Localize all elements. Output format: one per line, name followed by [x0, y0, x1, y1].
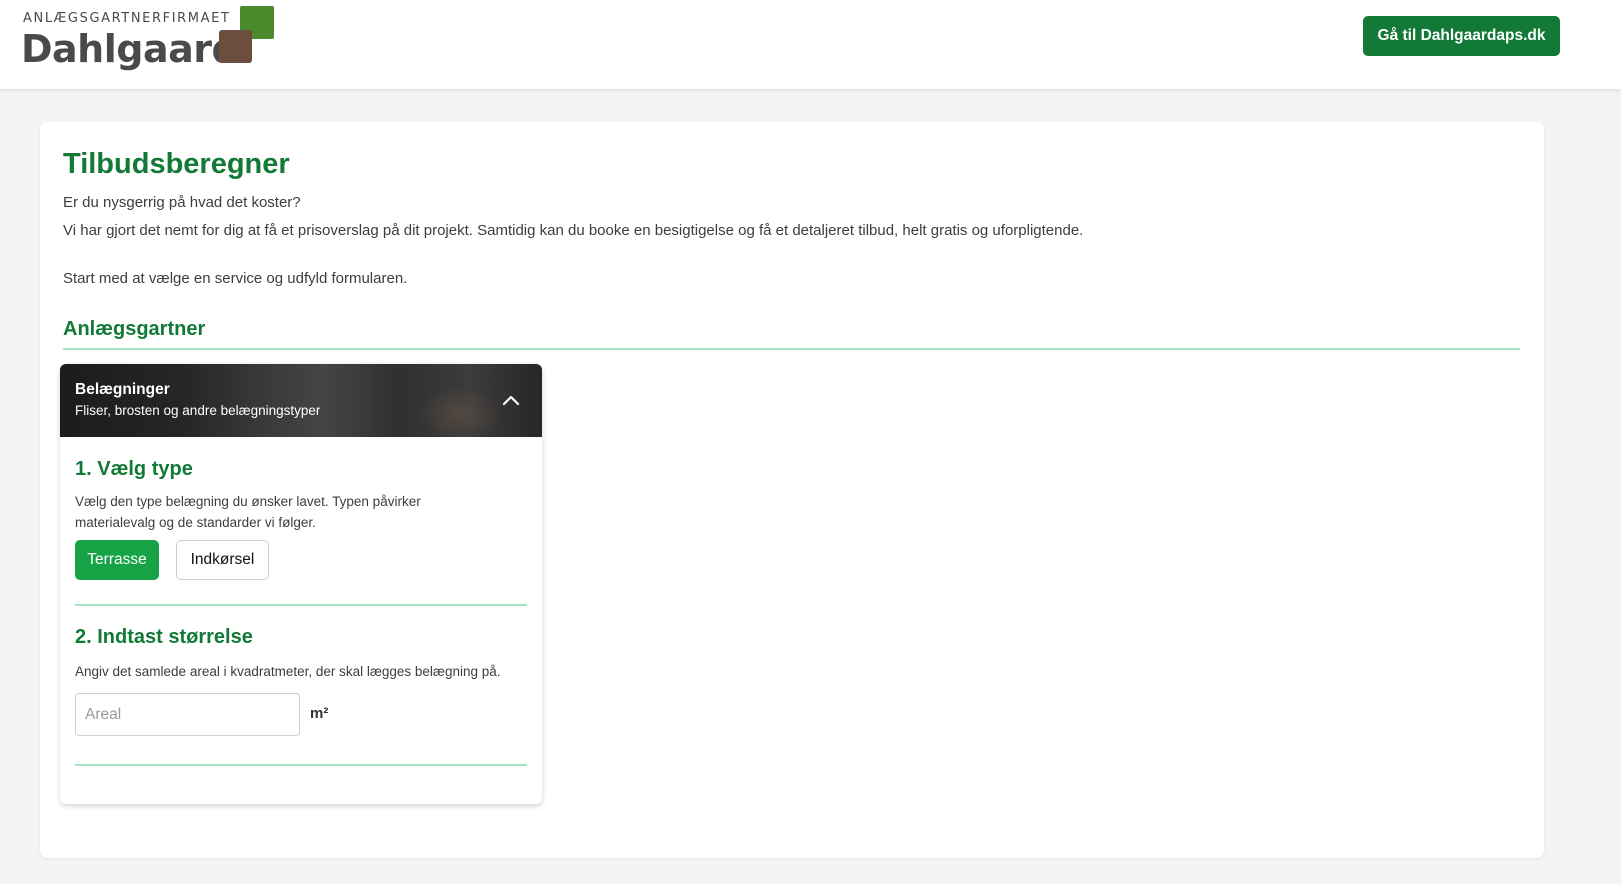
intro-question: Er du nysgerrig på hvad det koster? [63, 194, 301, 211]
service-title: Belægninger [75, 381, 170, 398]
go-to-website-button[interactable]: Gå til Dahlgaardaps.dk [1363, 16, 1560, 56]
area-input[interactable] [75, 693, 300, 736]
intro-instruction: Start med at vælge en service og udfyld … [63, 270, 408, 287]
step-divider [75, 604, 527, 606]
step2-description: Angiv det samlede areal i kvadratmeter, … [75, 664, 501, 679]
step2-title: 2. Indtast størrelse [75, 626, 253, 648]
company-logo[interactable]: ANLÆGSGARTNERFIRMAET Dahlgaard [21, 6, 283, 71]
section-divider [63, 348, 1520, 350]
page-title: Tilbudsberegner [63, 148, 290, 180]
step1-title: 1. Vælg type [75, 458, 193, 480]
service-header[interactable]: Belægninger Fliser, brosten og andre bel… [60, 364, 542, 437]
chevron-up-icon[interactable] [500, 389, 522, 411]
option-indkorsel-button[interactable]: Indkørsel [176, 540, 269, 580]
service-card-belaegninger: Belægninger Fliser, brosten og andre bel… [60, 364, 542, 804]
top-bar: ANLÆGSGARTNERFIRMAET Dahlgaard Gå til Da… [0, 0, 1621, 89]
step-divider-bottom [75, 764, 527, 766]
logo-wordmark: Dahlgaard [21, 27, 239, 71]
section-title: Anlægsgartner [63, 318, 206, 340]
logo-tagline: ANLÆGSGARTNERFIRMAET [23, 11, 231, 26]
option-terrasse-button[interactable]: Terrasse [75, 540, 159, 580]
step1-description: Vælg den type belægning du ønsker lavet.… [75, 494, 421, 530]
logo-brown-square [219, 30, 252, 63]
intro-description: Vi har gjort det nemt for dig at få et p… [63, 222, 1084, 239]
area-unit-label: m² [310, 705, 329, 722]
calculator-card: Tilbudsberegner Er du nysgerrig på hvad … [40, 122, 1544, 858]
service-subtitle: Fliser, brosten og andre belægningstyper [75, 403, 321, 418]
